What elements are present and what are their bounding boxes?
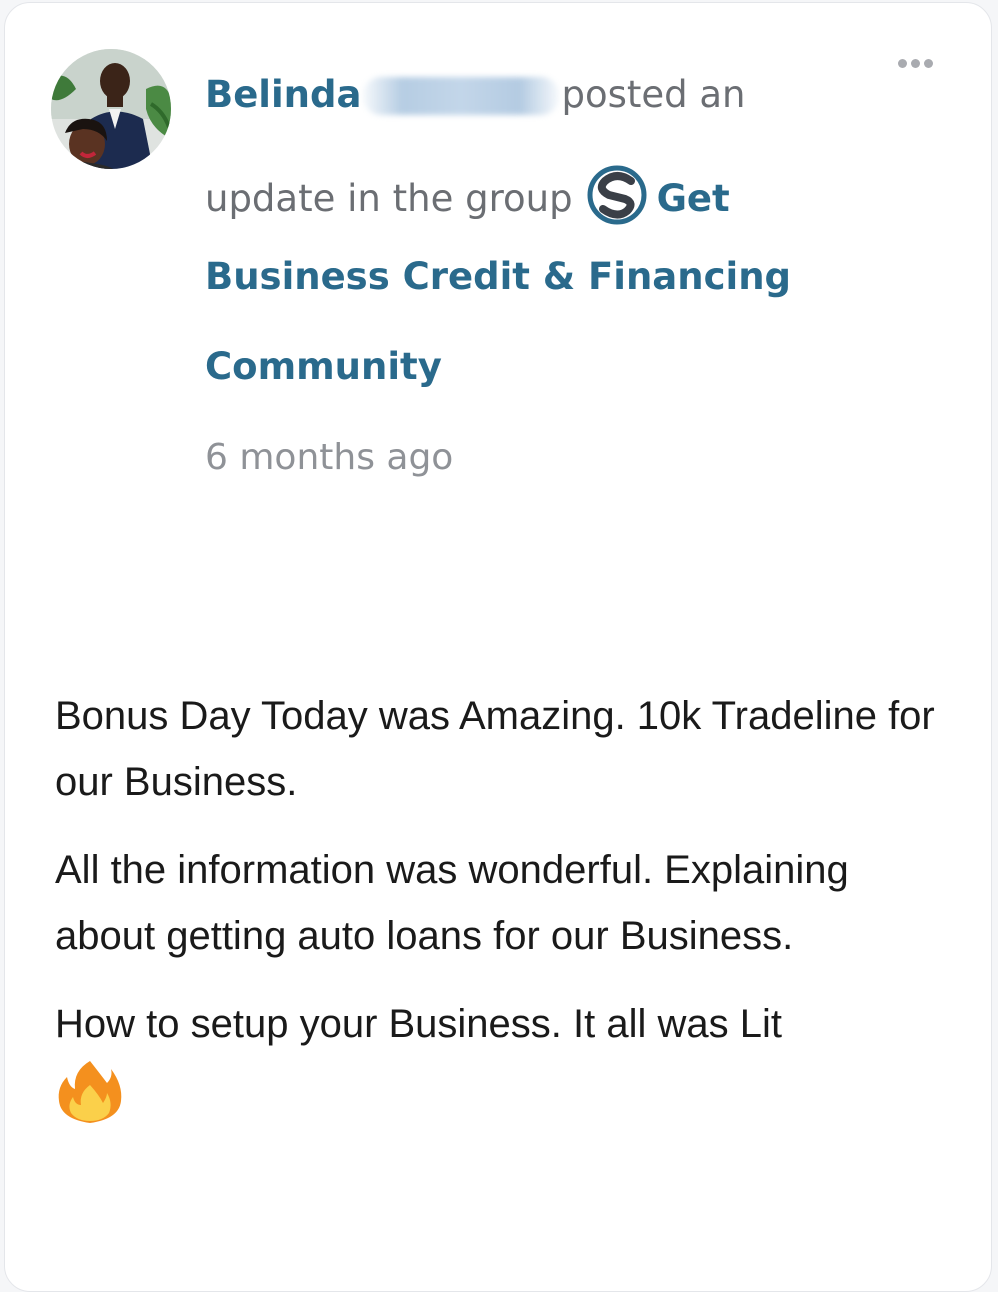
header-line-5: 6 months ago xyxy=(205,435,453,480)
group-link-part3[interactable]: Community xyxy=(205,345,442,388)
author-avatar[interactable] xyxy=(51,49,171,169)
group-logo-icon[interactable] xyxy=(587,165,647,225)
post-paragraph-1: Bonus Day Today was Amazing. 10k Tradeli… xyxy=(55,694,935,804)
more-options-icon[interactable] xyxy=(893,53,937,73)
header-line-4: Community xyxy=(205,345,442,389)
redacted-surname xyxy=(363,77,560,115)
group-link-part2[interactable]: Business Credit & Financing xyxy=(205,255,791,298)
post-paragraph-3: How to setup your Business. It all was L… xyxy=(55,1002,782,1046)
post-timestamp[interactable]: 6 months ago xyxy=(205,437,453,478)
action-text: posted an xyxy=(561,73,746,116)
more-dot xyxy=(897,58,907,68)
action-text-2: update in the group xyxy=(205,177,573,220)
group-link-part1[interactable]: Get xyxy=(657,177,730,220)
header-line-3: Business Credit & Financing xyxy=(205,255,791,299)
post-paragraph-2: All the information was wonderful. Expla… xyxy=(55,848,849,958)
header-line-2: update in the group Get xyxy=(205,165,730,225)
fire-emoji-icon xyxy=(58,1061,122,1123)
header-line-1: Belinda posted an xyxy=(205,73,746,117)
more-dot xyxy=(910,58,920,68)
post-body: Bonus Day Today was Amazing. 10k Tradeli… xyxy=(55,683,955,1127)
more-dot xyxy=(923,58,933,68)
post-card: Belinda posted an update in the group Get… xyxy=(4,2,992,1292)
author-name[interactable]: Belinda xyxy=(205,73,361,116)
avatar-photo-icon xyxy=(51,49,171,169)
